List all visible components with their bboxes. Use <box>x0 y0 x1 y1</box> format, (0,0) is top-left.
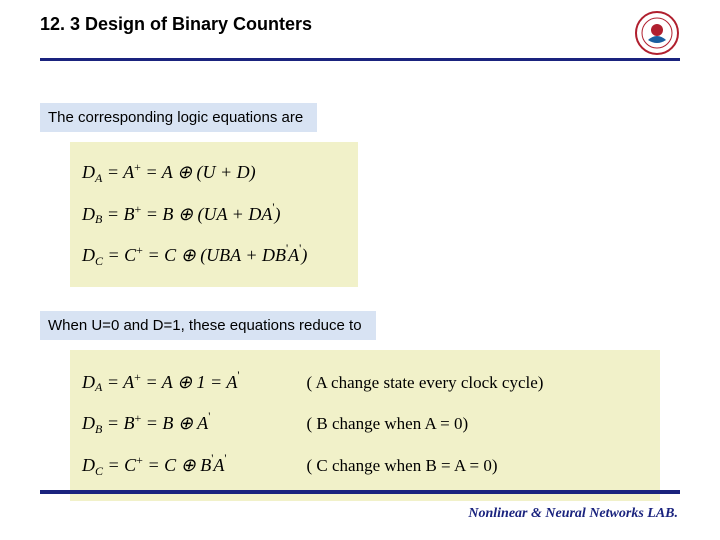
equation-block-2: DA = A+ = A ⊕ 1 = A' ( A change state ev… <box>70 350 660 501</box>
equation-db: DB = B+ = B ⊕ (UA + DA') <box>82 194 342 236</box>
equation-dc: DC = C+ = C ⊕ (UBA + DB'A') <box>82 235 342 277</box>
footer-lab-name: Nonlinear & Neural Networks LAB. <box>468 506 678 522</box>
header-divider <box>40 58 680 61</box>
university-seal-icon <box>634 10 680 56</box>
caption-logic-equations: The corresponding logic equations are <box>40 103 317 132</box>
equation-da-reduced: DA = A+ = A ⊕ 1 = A' ( A change state ev… <box>82 362 642 404</box>
equation-dc-reduced: DC = C+ = C ⊕ B'A' ( C change when B = A… <box>82 445 642 487</box>
equation-block-1: DA = A+ = A ⊕ (U + D) DB = B+ = B ⊕ (UA … <box>70 142 358 287</box>
caption-reduced-equations: When U=0 and D=1, these equations reduce… <box>40 311 376 340</box>
page-title: 12. 3 Design of Binary Counters <box>40 14 312 41</box>
equation-da: DA = A+ = A ⊕ (U + D) <box>82 152 342 194</box>
footer-divider <box>40 490 680 494</box>
equation-db-reduced: DB = B+ = B ⊕ A' ( B change when A = 0) <box>82 403 642 445</box>
